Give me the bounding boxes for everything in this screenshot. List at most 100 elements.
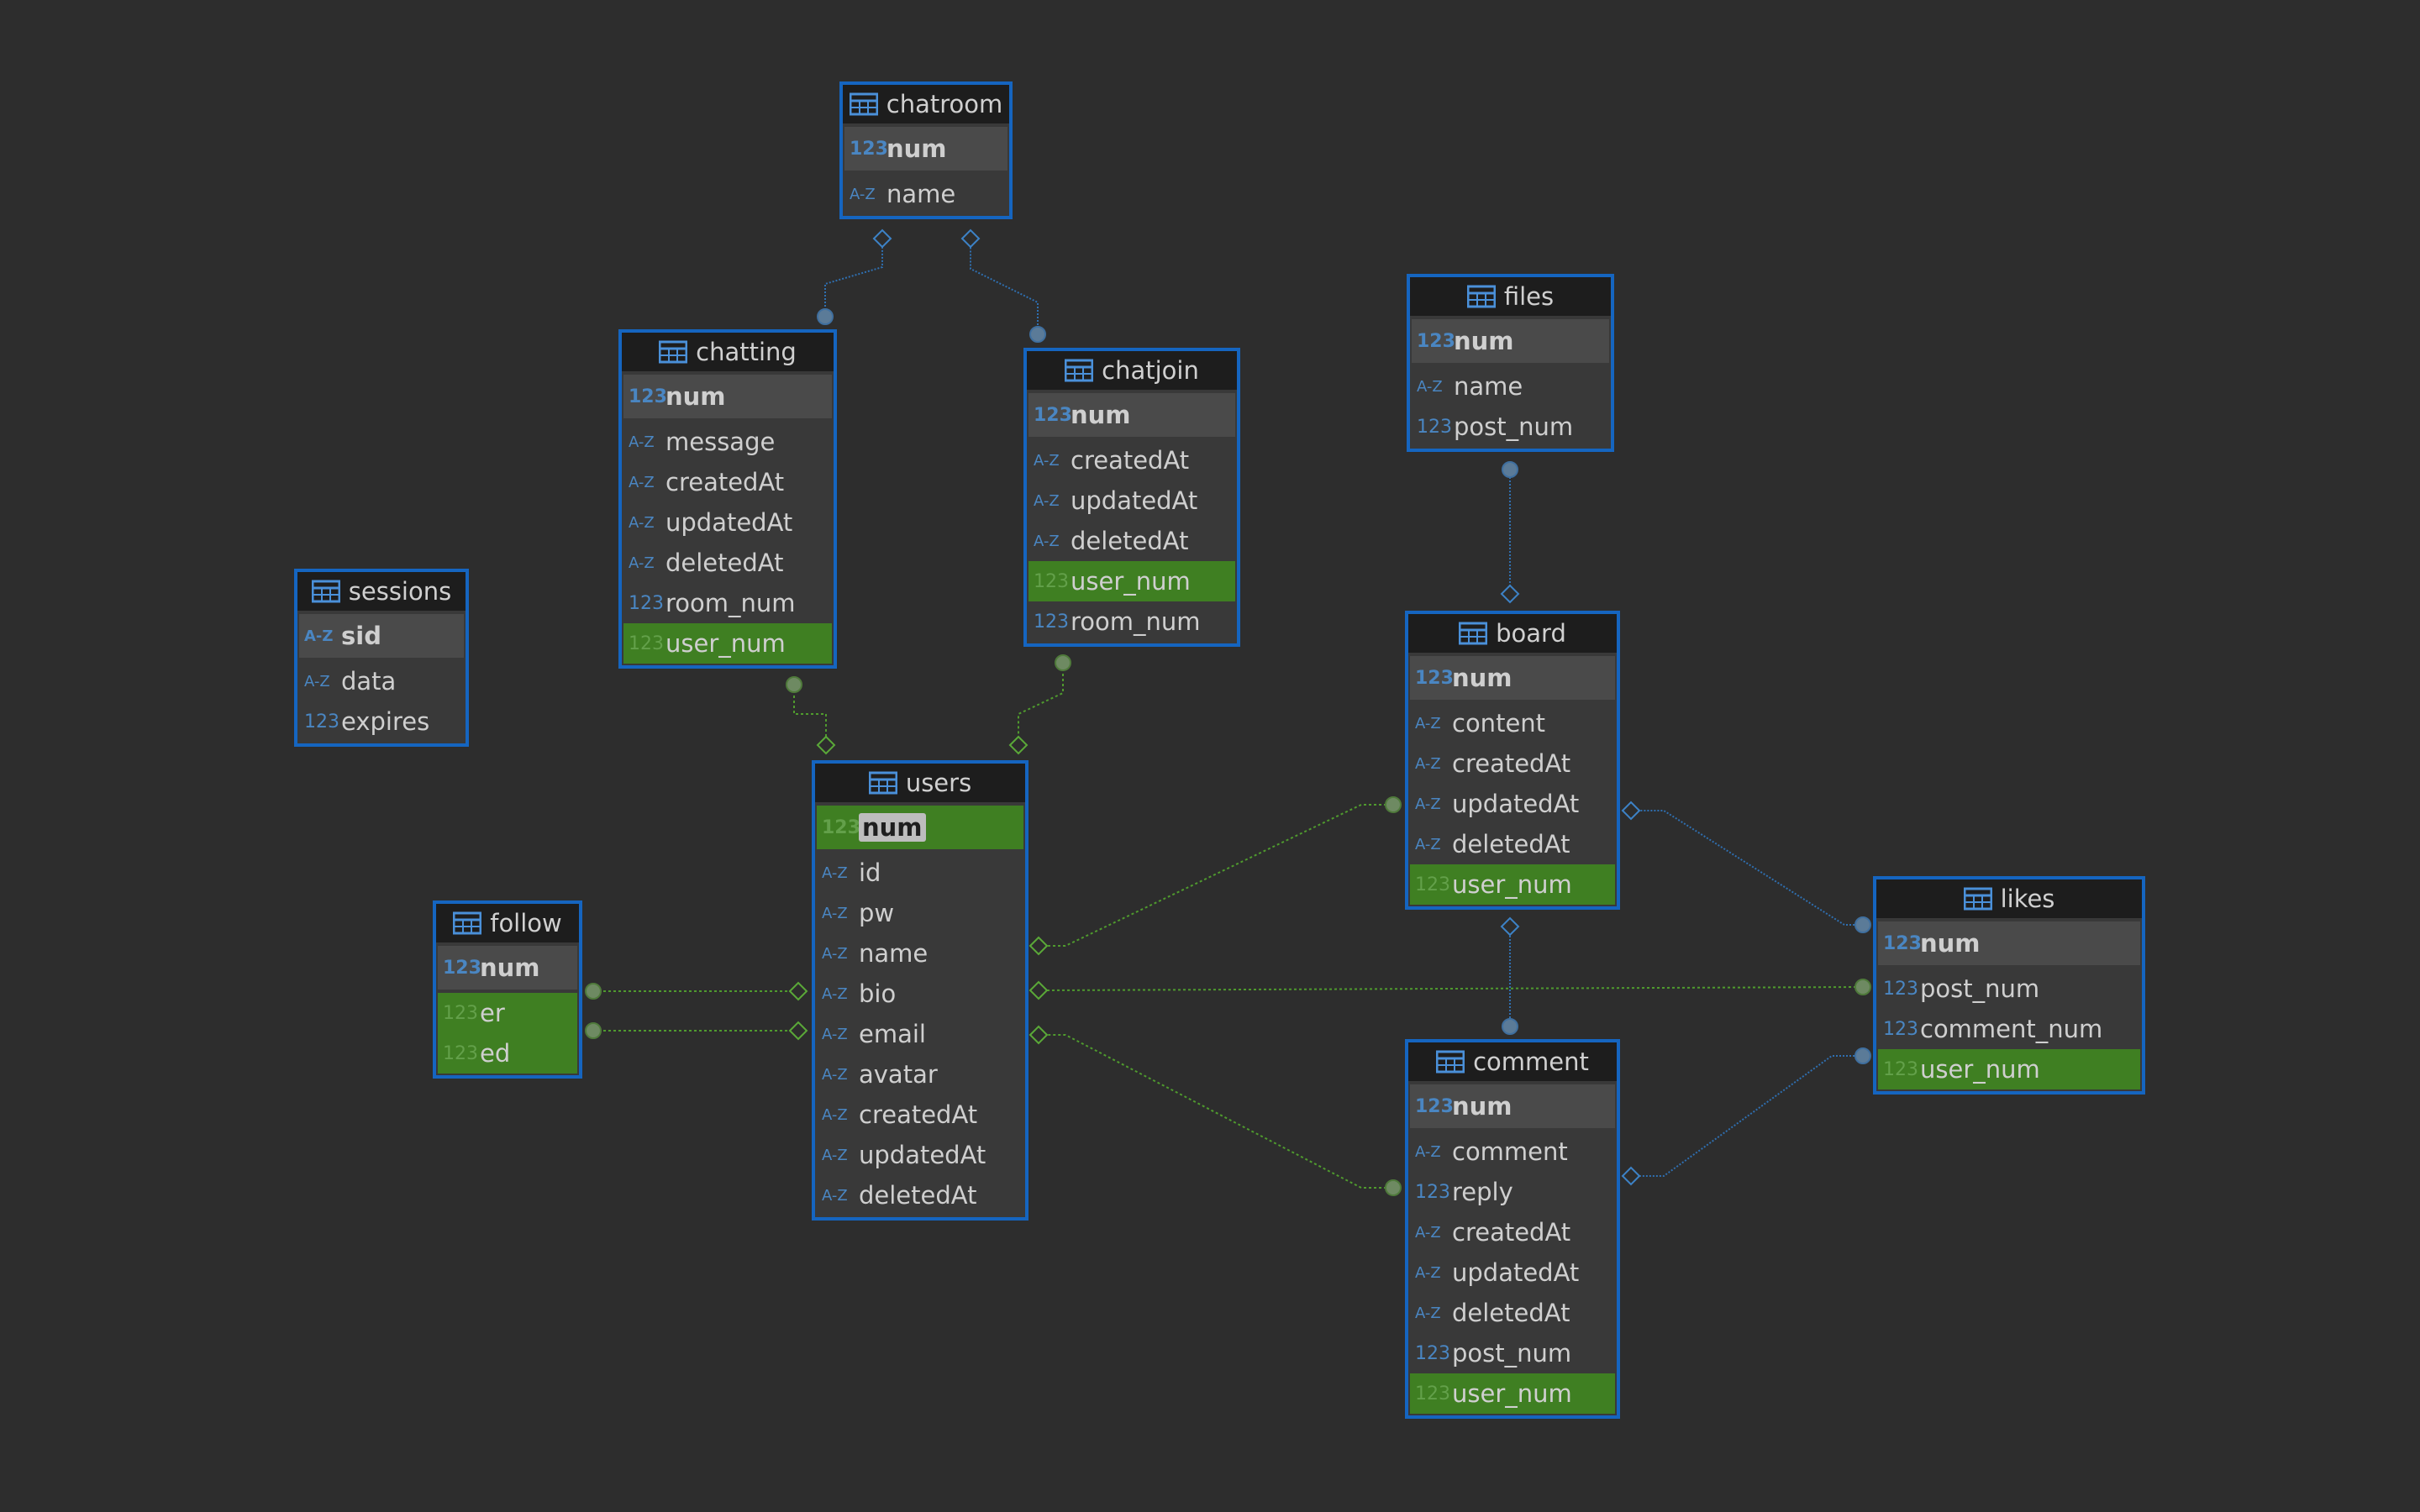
table-files[interactable]: files 123 num A-Z name 123 post_num: [1407, 274, 1614, 452]
table-chatroom[interactable]: chatroom 123 num A-Z name: [839, 81, 1013, 219]
table-header-sessions[interactable]: sessions: [297, 572, 466, 611]
table-likes[interactable]: likes 123 num 123 post_num 123 comment_num 123 u…: [1873, 876, 2145, 1095]
column-board-content[interactable]: A-Z content: [1410, 703, 1615, 743]
column-chatting-room_num[interactable]: 123 room_num: [623, 583, 832, 623]
table-sessions[interactable]: sessions A-Z sid A-Z data 123 expires: [294, 569, 469, 747]
column-files-num[interactable]: 123 num: [1412, 319, 1609, 363]
table-header-board[interactable]: board: [1408, 614, 1617, 653]
text-type-icon: A-Z: [822, 1065, 848, 1084]
column-chatting-user_num[interactable]: 123 user_num: [623, 623, 832, 664]
column-likes-user_num[interactable]: 123 user_num: [1878, 1049, 2140, 1089]
column-chatting-createdAt[interactable]: A-Z createdAt: [623, 462, 832, 502]
column-comment-num[interactable]: 123 num: [1410, 1084, 1615, 1128]
table-follow[interactable]: follow 123 num 123 er 123 ed: [433, 900, 582, 1079]
table-header-follow[interactable]: follow: [436, 904, 579, 942]
column-users-avatar[interactable]: A-Z avatar: [817, 1054, 1023, 1095]
column-chatjoin-deletedAt[interactable]: A-Z deletedAt: [1028, 521, 1235, 561]
table-header-chatjoin[interactable]: chatjoin: [1027, 351, 1237, 390]
column-name: num: [480, 953, 540, 982]
column-chatting-updatedAt[interactable]: A-Z updatedAt: [623, 502, 832, 543]
text-type-icon: A-Z: [629, 473, 655, 491]
table-title: files: [1503, 282, 1555, 311]
erd-canvas[interactable]: chatroom 123 num A-Z name chatting 123 num A-Z m…: [0, 0, 2420, 1512]
text-type-icon: A-Z: [1415, 1142, 1441, 1161]
column-name: id: [859, 858, 881, 887]
column-name: ed: [480, 1039, 511, 1068]
table-chatting[interactable]: chatting 123 num A-Z message A-Z createdAt A-Z u…: [618, 329, 837, 669]
column-users-name[interactable]: A-Z name: [817, 933, 1023, 974]
text-type-icon: A-Z: [822, 1025, 848, 1043]
table-header-comment[interactable]: comment: [1408, 1042, 1617, 1081]
column-name: post_num: [1920, 974, 2040, 1003]
column-users-email[interactable]: A-Z email: [817, 1014, 1023, 1054]
column-name: num: [1071, 401, 1131, 429]
table-header-likes[interactable]: likes: [1876, 879, 2142, 918]
column-name: post_num: [1452, 1339, 1572, 1368]
table-board[interactable]: board 123 num A-Z content A-Z createdAt A-Z upda…: [1405, 611, 1620, 910]
column-chatroom-num[interactable]: 123 num: [844, 127, 1007, 171]
column-users-pw[interactable]: A-Z pw: [817, 893, 1023, 933]
column-name: num: [1452, 1092, 1512, 1121]
relation-end-dot: [1854, 1047, 1871, 1064]
column-chatting-message[interactable]: A-Z message: [623, 422, 832, 462]
column-users-createdAt[interactable]: A-Z createdAt: [817, 1095, 1023, 1135]
column-board-deletedAt[interactable]: A-Z deletedAt: [1410, 824, 1615, 864]
column-users-id[interactable]: A-Z id: [817, 853, 1023, 893]
column-chatjoin-updatedAt[interactable]: A-Z updatedAt: [1028, 480, 1235, 521]
table-title: sessions: [348, 577, 452, 606]
column-comment-createdAt[interactable]: A-Z createdAt: [1410, 1212, 1615, 1252]
column-chatjoin-createdAt[interactable]: A-Z createdAt: [1028, 440, 1235, 480]
relation-start-diamond: [1008, 735, 1028, 755]
column-follow-ed[interactable]: 123 ed: [438, 1033, 577, 1074]
column-board-updatedAt[interactable]: A-Z updatedAt: [1410, 784, 1615, 824]
column-name: user_num: [1071, 567, 1191, 596]
column-chatting-deletedAt[interactable]: A-Z deletedAt: [623, 543, 832, 583]
table-header-chatroom[interactable]: chatroom: [843, 85, 1009, 123]
column-name: reply: [1452, 1178, 1513, 1206]
table-header-files[interactable]: files: [1410, 277, 1611, 316]
table-icon: [849, 92, 878, 116]
table-users[interactable]: users 123 num A-Z id A-Z pw A-Z name A-Z bio A-Z ema…: [812, 760, 1028, 1221]
column-board-createdAt[interactable]: A-Z createdAt: [1410, 743, 1615, 784]
column-users-num[interactable]: 123 num: [817, 806, 1023, 849]
column-chatjoin-room_num[interactable]: 123 room_num: [1028, 601, 1235, 642]
column-chatjoin-num[interactable]: 123 num: [1028, 393, 1235, 437]
relation-start-diamond: [1500, 584, 1520, 604]
column-sessions-expires[interactable]: 123 expires: [299, 701, 464, 742]
numeric-type-icon: 123: [1034, 404, 1072, 426]
column-board-num[interactable]: 123 num: [1410, 656, 1615, 700]
column-likes-post_num[interactable]: 123 post_num: [1878, 969, 2140, 1009]
column-users-deletedAt[interactable]: A-Z deletedAt: [817, 1175, 1023, 1215]
column-chatting-num[interactable]: 123 num: [623, 375, 832, 418]
relation-line: [1632, 810, 1861, 926]
column-sessions-sid[interactable]: A-Z sid: [299, 614, 464, 658]
column-files-name[interactable]: A-Z name: [1412, 366, 1609, 407]
column-follow-num[interactable]: 123 num: [438, 946, 577, 990]
table-header-users[interactable]: users: [815, 764, 1025, 802]
column-name: deletedAt: [666, 549, 784, 577]
column-chatroom-name[interactable]: A-Z name: [844, 174, 1007, 214]
column-likes-comment_num[interactable]: 123 comment_num: [1878, 1009, 2140, 1049]
column-comment-updatedAt[interactable]: A-Z updatedAt: [1410, 1252, 1615, 1293]
column-comment-user_num[interactable]: 123 user_num: [1410, 1373, 1615, 1414]
table-comment[interactable]: comment 123 num A-Z comment 123 reply A-Z create…: [1405, 1039, 1620, 1419]
column-name: bio: [859, 979, 897, 1008]
column-comment-comment[interactable]: A-Z comment: [1410, 1131, 1615, 1172]
column-sessions-data[interactable]: A-Z data: [299, 661, 464, 701]
table-chatjoin[interactable]: chatjoin 123 num A-Z createdAt A-Z updatedAt A-…: [1023, 348, 1240, 647]
relation-start-diamond: [1028, 980, 1049, 1000]
column-users-bio[interactable]: A-Z bio: [817, 974, 1023, 1014]
column-name: num: [1920, 929, 1981, 958]
table-title: likes: [2000, 885, 2055, 913]
column-chatjoin-user_num[interactable]: 123 user_num: [1028, 561, 1235, 601]
column-comment-deletedAt[interactable]: A-Z deletedAt: [1410, 1293, 1615, 1333]
column-files-post_num[interactable]: 123 post_num: [1412, 407, 1609, 447]
table-header-chatting[interactable]: chatting: [622, 333, 834, 371]
column-comment-reply[interactable]: 123 reply: [1410, 1172, 1615, 1212]
column-name: message: [666, 428, 776, 456]
column-likes-num[interactable]: 123 num: [1878, 921, 2140, 965]
column-follow-er[interactable]: 123 er: [438, 993, 577, 1033]
column-users-updatedAt[interactable]: A-Z updatedAt: [817, 1135, 1023, 1175]
column-board-user_num[interactable]: 123 user_num: [1410, 864, 1615, 905]
column-comment-post_num[interactable]: 123 post_num: [1410, 1333, 1615, 1373]
